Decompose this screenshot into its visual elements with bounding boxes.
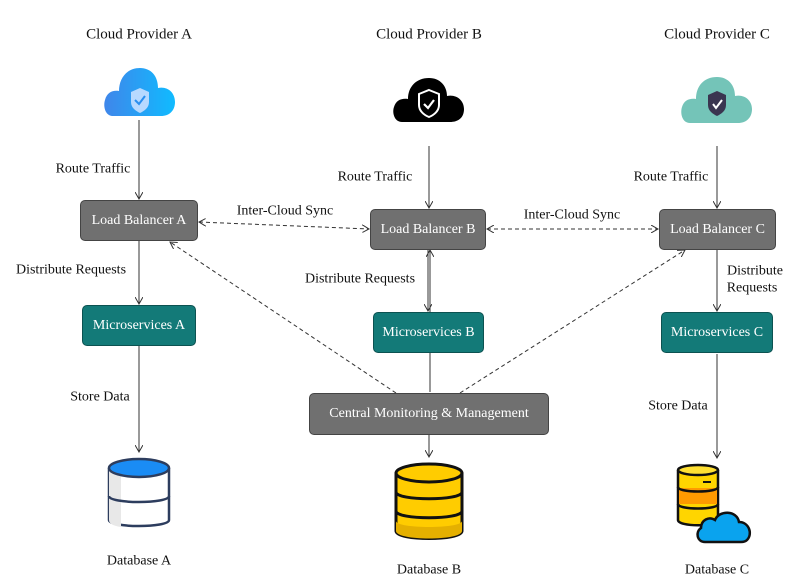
database-cloud-icon xyxy=(676,463,751,544)
database-c-label: Database C xyxy=(684,562,750,578)
load-balancer-c: Load Balancer C xyxy=(659,209,776,250)
label-distribute-c-line1: Distribute xyxy=(727,263,783,279)
architecture-diagram: Cloud Provider A Cloud Provider B Cloud … xyxy=(0,0,801,586)
microservices-b: Microservices B xyxy=(373,312,484,353)
provider-c-title: Cloud Provider C xyxy=(664,26,770,43)
database-b-label: Database B xyxy=(396,562,462,578)
provider-a-title: Cloud Provider A xyxy=(86,26,192,43)
database-icon xyxy=(394,462,464,540)
load-balancer-b: Load Balancer B xyxy=(370,209,486,250)
label-route-traffic-c: Route Traffic xyxy=(633,169,709,185)
arrow-central-lb-c xyxy=(459,250,685,394)
provider-b-title: Cloud Provider B xyxy=(376,26,482,43)
microservices-a: Microservices A xyxy=(82,305,196,346)
arrow-central-lb-a xyxy=(170,242,397,394)
label-store-data-a: Store Data xyxy=(70,389,130,405)
arrow-sync-ab xyxy=(199,222,369,229)
label-route-traffic-a: Route Traffic xyxy=(55,161,131,177)
label-distribute-b: Distribute Requests xyxy=(304,271,416,287)
label-distribute-c-line2: Requests xyxy=(726,280,778,296)
central-monitoring: Central Monitoring & Management xyxy=(309,393,549,435)
label-route-traffic-b: Route Traffic xyxy=(337,169,413,185)
database-a-label: Database A xyxy=(106,553,172,569)
label-sync-bc: Inter-Cloud Sync xyxy=(523,207,621,223)
label-store-data-c: Store Data xyxy=(648,398,708,414)
cloud-shield-icon xyxy=(393,78,464,122)
load-balancer-a: Load Balancer A xyxy=(80,200,198,241)
microservices-c: Microservices C xyxy=(661,312,773,353)
cloud-shield-icon xyxy=(681,77,752,123)
label-distribute-a: Distribute Requests xyxy=(15,262,127,278)
database-icon xyxy=(107,457,171,528)
label-sync-ab: Inter-Cloud Sync xyxy=(236,203,334,219)
cloud-shield-icon xyxy=(104,68,175,116)
